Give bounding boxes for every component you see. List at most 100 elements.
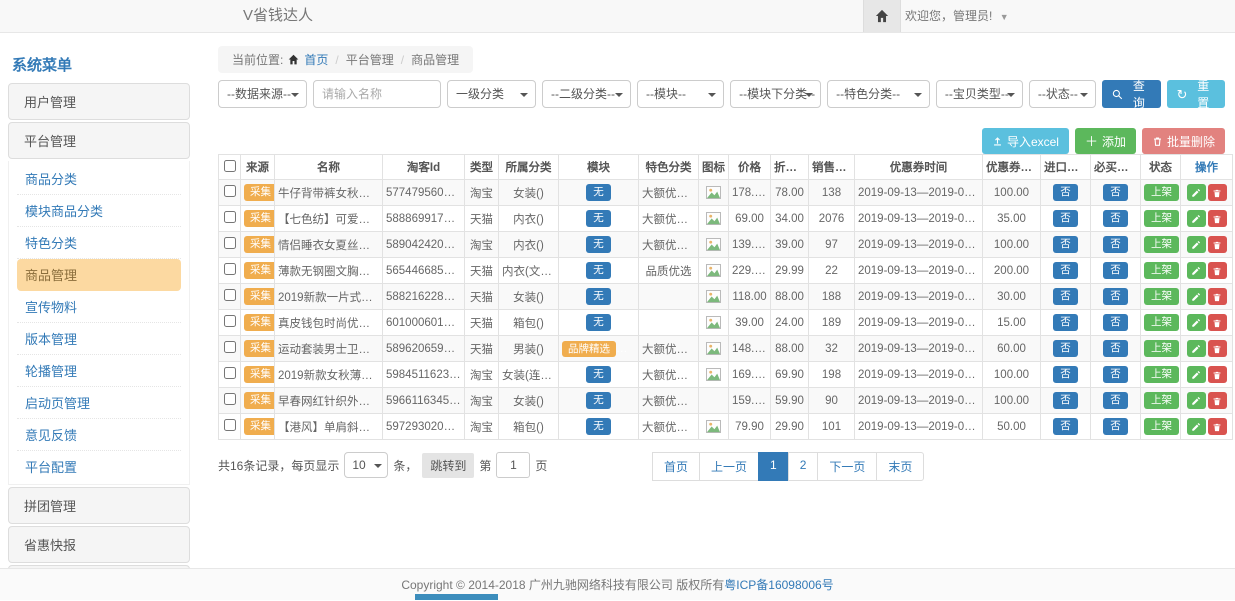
must-buy-toggle[interactable]: 否 bbox=[1103, 288, 1128, 306]
must-buy-toggle[interactable]: 否 bbox=[1103, 392, 1128, 410]
import-select-toggle[interactable]: 否 bbox=[1053, 340, 1078, 358]
module-none-badge[interactable]: 无 bbox=[586, 184, 611, 202]
user-menu[interactable]: 欢迎您，管理员! ▼ bbox=[905, 0, 1009, 33]
status-select[interactable]: --状态-- bbox=[1029, 80, 1096, 108]
delete-button[interactable] bbox=[1208, 210, 1227, 227]
module-select[interactable]: --模块-- bbox=[637, 80, 724, 108]
sidebar-link[interactable]: 启动页管理 bbox=[17, 387, 181, 419]
import-select-toggle[interactable]: 否 bbox=[1053, 262, 1078, 280]
status-button[interactable]: 上架 bbox=[1144, 236, 1179, 254]
module-none-badge[interactable]: 无 bbox=[586, 210, 611, 228]
status-button[interactable]: 上架 bbox=[1144, 210, 1179, 228]
must-buy-toggle[interactable]: 否 bbox=[1103, 366, 1128, 384]
status-button[interactable]: 上架 bbox=[1144, 314, 1179, 332]
status-button[interactable]: 上架 bbox=[1144, 340, 1179, 358]
row-checkbox[interactable] bbox=[224, 315, 236, 327]
module-none-badge[interactable]: 无 bbox=[586, 236, 611, 254]
category2-select[interactable]: --二级分类-- bbox=[542, 80, 631, 108]
must-buy-toggle[interactable]: 否 bbox=[1103, 340, 1128, 358]
feature-select[interactable]: --特色分类-- bbox=[827, 80, 930, 108]
delete-button[interactable] bbox=[1208, 340, 1227, 357]
import-select-toggle[interactable]: 否 bbox=[1053, 236, 1078, 254]
sidebar-section[interactable]: 拼团管理 bbox=[8, 487, 190, 524]
row-checkbox[interactable] bbox=[224, 393, 236, 405]
page-button[interactable]: 首页 bbox=[652, 452, 700, 481]
module-none-badge[interactable]: 无 bbox=[586, 314, 611, 332]
search-button[interactable]: 查询 bbox=[1102, 80, 1160, 108]
sidebar-link[interactable]: 宣传物料 bbox=[17, 291, 181, 323]
row-checkbox[interactable] bbox=[224, 211, 236, 223]
sidebar-link[interactable]: 意见反馈 bbox=[17, 419, 181, 451]
name-search-input[interactable] bbox=[313, 80, 441, 108]
edit-button[interactable] bbox=[1187, 184, 1206, 201]
edit-button[interactable] bbox=[1187, 262, 1206, 279]
status-button[interactable]: 上架 bbox=[1144, 288, 1179, 306]
sidebar-link[interactable]: 平台配置 bbox=[17, 451, 181, 482]
jump-button[interactable]: 跳转到 bbox=[422, 453, 474, 478]
delete-button[interactable] bbox=[1208, 262, 1227, 279]
delete-button[interactable] bbox=[1208, 392, 1227, 409]
reset-button[interactable]: ↻ 重置 bbox=[1167, 80, 1225, 108]
delete-button[interactable] bbox=[1208, 418, 1227, 435]
category1-select[interactable]: 一级分类 bbox=[447, 80, 536, 108]
sidebar-link[interactable]: 特色分类 bbox=[17, 227, 181, 259]
must-buy-toggle[interactable]: 否 bbox=[1103, 262, 1128, 280]
import-select-toggle[interactable]: 否 bbox=[1053, 210, 1078, 228]
import-excel-button[interactable]: 导入excel bbox=[982, 128, 1069, 154]
sidebar-section-user-management[interactable]: 用户管理 bbox=[8, 83, 190, 120]
delete-button[interactable] bbox=[1208, 288, 1227, 305]
import-select-toggle[interactable]: 否 bbox=[1053, 366, 1078, 384]
sidebar-link[interactable]: 商品分类 bbox=[17, 163, 181, 195]
bulk-delete-button[interactable]: 批量删除 bbox=[1142, 128, 1225, 154]
navbar-home-button[interactable] bbox=[863, 0, 901, 32]
delete-button[interactable] bbox=[1208, 184, 1227, 201]
module-none-badge[interactable]: 无 bbox=[586, 366, 611, 384]
select-all-checkbox[interactable] bbox=[224, 160, 236, 172]
must-buy-toggle[interactable]: 否 bbox=[1103, 314, 1128, 332]
edit-button[interactable] bbox=[1187, 210, 1206, 227]
row-checkbox[interactable] bbox=[224, 263, 236, 275]
delete-button[interactable] bbox=[1208, 366, 1227, 383]
status-button[interactable]: 上架 bbox=[1144, 392, 1179, 410]
edit-button[interactable] bbox=[1187, 314, 1206, 331]
module-none-badge[interactable]: 无 bbox=[586, 262, 611, 280]
edit-button[interactable] bbox=[1187, 236, 1206, 253]
sidebar-link[interactable]: 商品管理 bbox=[17, 259, 181, 291]
import-select-toggle[interactable]: 否 bbox=[1053, 288, 1078, 306]
must-buy-toggle[interactable]: 否 bbox=[1103, 236, 1128, 254]
status-button[interactable]: 上架 bbox=[1144, 366, 1179, 384]
edit-button[interactable] bbox=[1187, 418, 1206, 435]
status-button[interactable]: 上架 bbox=[1144, 418, 1179, 436]
delete-button[interactable] bbox=[1208, 314, 1227, 331]
import-select-toggle[interactable]: 否 bbox=[1053, 418, 1078, 436]
row-checkbox[interactable] bbox=[224, 185, 236, 197]
add-button[interactable]: ＋ 添加 bbox=[1075, 128, 1136, 154]
edit-button[interactable] bbox=[1187, 366, 1206, 383]
sidebar-link[interactable]: 版本管理 bbox=[17, 323, 181, 355]
row-checkbox[interactable] bbox=[224, 341, 236, 353]
page-number-input[interactable] bbox=[496, 452, 530, 478]
import-select-toggle[interactable]: 否 bbox=[1053, 314, 1078, 332]
breadcrumb-home-link[interactable]: 首页 bbox=[304, 51, 328, 68]
page-button[interactable]: 上一页 bbox=[699, 452, 759, 481]
row-checkbox[interactable] bbox=[224, 289, 236, 301]
page-button[interactable]: 下一页 bbox=[817, 452, 877, 481]
page-button[interactable]: 1 bbox=[758, 452, 789, 481]
icp-link[interactable]: 粤ICP备16098006号 bbox=[724, 578, 833, 592]
must-buy-toggle[interactable]: 否 bbox=[1103, 210, 1128, 228]
status-button[interactable]: 上架 bbox=[1144, 184, 1179, 202]
page-button[interactable]: 末页 bbox=[876, 452, 924, 481]
edit-button[interactable] bbox=[1187, 340, 1206, 357]
per-page-select[interactable]: 10 bbox=[344, 452, 388, 478]
edit-button[interactable] bbox=[1187, 392, 1206, 409]
row-checkbox[interactable] bbox=[224, 419, 236, 431]
module-none-badge[interactable]: 无 bbox=[586, 392, 611, 410]
page-button[interactable]: 2 bbox=[788, 452, 819, 481]
import-select-toggle[interactable]: 否 bbox=[1053, 184, 1078, 202]
import-select-toggle[interactable]: 否 bbox=[1053, 392, 1078, 410]
row-checkbox[interactable] bbox=[224, 237, 236, 249]
sidebar-section[interactable]: 省惠快报 bbox=[8, 526, 190, 563]
item-type-select[interactable]: --宝贝类型-- bbox=[936, 80, 1023, 108]
module-none-badge[interactable]: 无 bbox=[586, 418, 611, 436]
must-buy-toggle[interactable]: 否 bbox=[1103, 184, 1128, 202]
